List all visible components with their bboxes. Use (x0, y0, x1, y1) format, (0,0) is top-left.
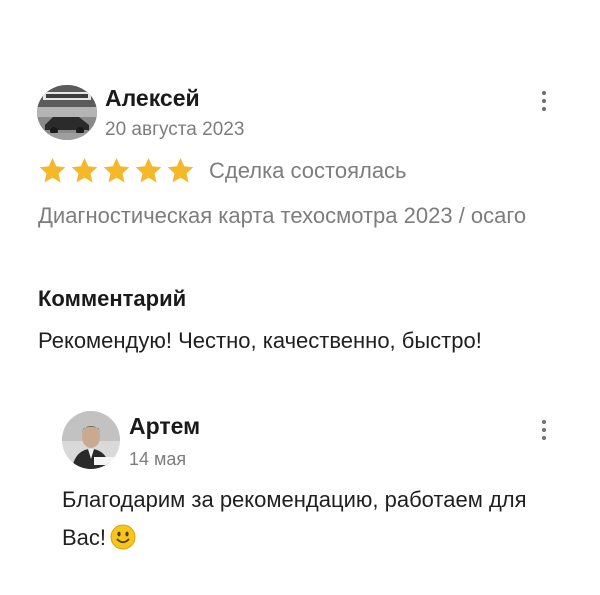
star-icon (71, 158, 98, 183)
reply-more-button[interactable] (534, 415, 554, 445)
star-icon (103, 158, 130, 183)
car-photo-icon (37, 85, 97, 140)
star-rating (38, 157, 195, 185)
more-vertical-icon (542, 420, 546, 424)
rating-row: Сделка состоялась (38, 156, 407, 186)
comment-heading: Комментарий (38, 286, 187, 311)
reviewer-avatar[interactable] (37, 85, 97, 140)
reply-date: 14 мая (129, 449, 187, 469)
reply-author-name[interactable]: Артем (129, 413, 200, 440)
star-icon (135, 158, 162, 183)
review-more-button[interactable] (534, 86, 554, 116)
reply-text: Благодарим за рекомендацию, работаем для… (62, 481, 532, 557)
star-icon (39, 158, 66, 183)
more-vertical-icon (542, 91, 546, 95)
review-card: Алексей 20 августа 2023 Сделка состоялас… (0, 0, 600, 595)
reviewer-name[interactable]: Алексей (105, 85, 200, 112)
reply-author-avatar[interactable] (62, 411, 120, 469)
review-date: 20 августа 2023 (105, 119, 245, 140)
slightly-smiling-face-icon (110, 524, 136, 550)
comment-text: Рекомендую! Честно, качественно, быстро! (38, 328, 482, 353)
deal-status: Сделка состоялась (209, 158, 407, 183)
service-name: Диагностическая карта техосмотра 2023 / … (38, 203, 527, 228)
star-icon (167, 158, 194, 183)
person-photo-icon (62, 411, 120, 469)
